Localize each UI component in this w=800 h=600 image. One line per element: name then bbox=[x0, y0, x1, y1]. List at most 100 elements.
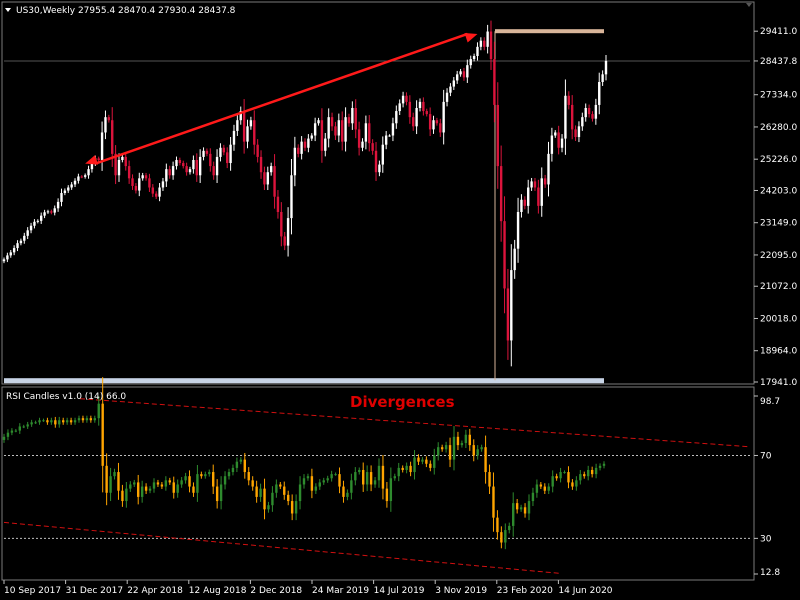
price-candle bbox=[391, 123, 395, 136]
time-axis-label: 31 Dec 2017 bbox=[66, 586, 124, 596]
price-candle bbox=[269, 166, 273, 173]
price-candle bbox=[591, 114, 594, 119]
price-candle bbox=[351, 107, 354, 124]
rsi-candle bbox=[105, 465, 108, 493]
rsi-candle bbox=[275, 484, 278, 493]
price-candle bbox=[70, 184, 73, 188]
rsi-candle bbox=[527, 501, 531, 514]
price-layer bbox=[2, 20, 750, 384]
price-candle bbox=[499, 166, 503, 222]
rsi-candle bbox=[389, 478, 393, 502]
rsi-candle bbox=[93, 418, 96, 421]
rsi-candle bbox=[235, 461, 239, 468]
price-candle bbox=[344, 117, 347, 142]
price-candle bbox=[564, 95, 567, 139]
price-candle bbox=[16, 243, 19, 249]
price-candle bbox=[310, 135, 313, 139]
rsi-candle bbox=[219, 484, 223, 502]
price-tick-label: 21072.0 bbox=[760, 282, 797, 292]
price-tick-label: 20018.0 bbox=[760, 314, 797, 324]
price-candle bbox=[587, 107, 591, 115]
price-candle bbox=[378, 164, 381, 173]
rsi-candle bbox=[575, 480, 578, 487]
rsi-candle bbox=[594, 467, 598, 475]
rsi-candle bbox=[543, 486, 546, 491]
price-candle bbox=[202, 150, 205, 157]
rsi-candle bbox=[598, 465, 602, 468]
price-candle bbox=[483, 40, 486, 47]
price-candle bbox=[131, 178, 134, 186]
rsi-candle bbox=[338, 474, 341, 487]
price-candle bbox=[293, 147, 297, 176]
rsi-candle bbox=[54, 420, 57, 425]
price-candle bbox=[357, 129, 361, 148]
rsi-candle bbox=[504, 530, 507, 543]
rsi-candle bbox=[448, 445, 452, 460]
rsi-candle bbox=[46, 420, 49, 423]
scroll-marker-icon bbox=[746, 3, 752, 7]
rsi-candle bbox=[125, 488, 128, 502]
current-price-label: 28437.8 bbox=[760, 57, 797, 67]
price-candle bbox=[73, 180, 77, 185]
rsi-candle bbox=[294, 501, 298, 514]
price-candle bbox=[432, 120, 435, 130]
rsi-candle bbox=[156, 482, 160, 485]
rsi-candle bbox=[365, 472, 369, 485]
rsi-candle bbox=[322, 480, 325, 483]
price-candle bbox=[560, 138, 564, 148]
rsi-candle bbox=[590, 469, 594, 475]
chart-svg[interactable]: 29411.0 28437.8 27334.0 26280.0 25226.0 24203… bbox=[0, 0, 800, 600]
rsi-candle bbox=[369, 472, 373, 485]
price-tick-label: 24203.0 bbox=[760, 186, 797, 196]
rsi-candle bbox=[152, 482, 156, 489]
rsi-candle bbox=[62, 420, 65, 423]
price-candle bbox=[570, 104, 574, 130]
rsi-candle bbox=[89, 418, 93, 421]
price-candle bbox=[428, 114, 432, 130]
rsi-candle bbox=[133, 482, 136, 485]
price-candle bbox=[405, 95, 408, 102]
price-candle bbox=[418, 101, 422, 108]
rsi-candle bbox=[559, 472, 562, 479]
price-candle bbox=[384, 135, 388, 145]
price-candle bbox=[144, 175, 148, 179]
rsi-candle bbox=[97, 403, 100, 419]
price-candle bbox=[256, 144, 259, 157]
price-candle bbox=[388, 135, 391, 137]
rsi-candle bbox=[354, 472, 357, 481]
price-candle bbox=[215, 156, 219, 176]
price-candle bbox=[195, 159, 198, 176]
price-candle bbox=[368, 123, 371, 144]
low-level-bar bbox=[4, 378, 604, 384]
price-candle bbox=[537, 187, 540, 206]
rsi-candle bbox=[342, 486, 345, 497]
price-candle bbox=[29, 225, 33, 231]
trend-arrow-line bbox=[94, 32, 468, 165]
price-candle bbox=[178, 159, 182, 164]
chart-window[interactable]: 29411.0 28437.8 27334.0 26280.0 25226.0 24203… bbox=[0, 0, 800, 600]
rsi-candle bbox=[496, 517, 499, 533]
price-panel-frame bbox=[1, 1, 755, 385]
rsi-candle bbox=[393, 476, 396, 479]
rsi-candle bbox=[243, 459, 246, 473]
price-candle bbox=[104, 117, 107, 133]
rsi-candle bbox=[444, 445, 448, 450]
price-candle bbox=[60, 193, 63, 202]
rsi-candle bbox=[121, 490, 124, 502]
price-candle bbox=[23, 235, 26, 241]
rsi-candle bbox=[306, 476, 310, 479]
symbol-dropdown-icon[interactable] bbox=[5, 8, 11, 12]
rsi-candle bbox=[571, 482, 574, 487]
rsi-candle bbox=[263, 488, 266, 510]
price-candle bbox=[530, 181, 533, 188]
rsi-candle bbox=[334, 474, 337, 476]
price-candle bbox=[273, 166, 276, 197]
price-candle bbox=[222, 147, 226, 153]
price-candle bbox=[364, 123, 368, 142]
rsi-candle bbox=[117, 472, 120, 491]
price-candle bbox=[124, 156, 127, 167]
rsi-candle bbox=[330, 474, 333, 479]
rsi-candle bbox=[287, 494, 290, 502]
price-tick-label: 29411.0 bbox=[760, 27, 797, 37]
rsi-candle bbox=[409, 465, 412, 473]
